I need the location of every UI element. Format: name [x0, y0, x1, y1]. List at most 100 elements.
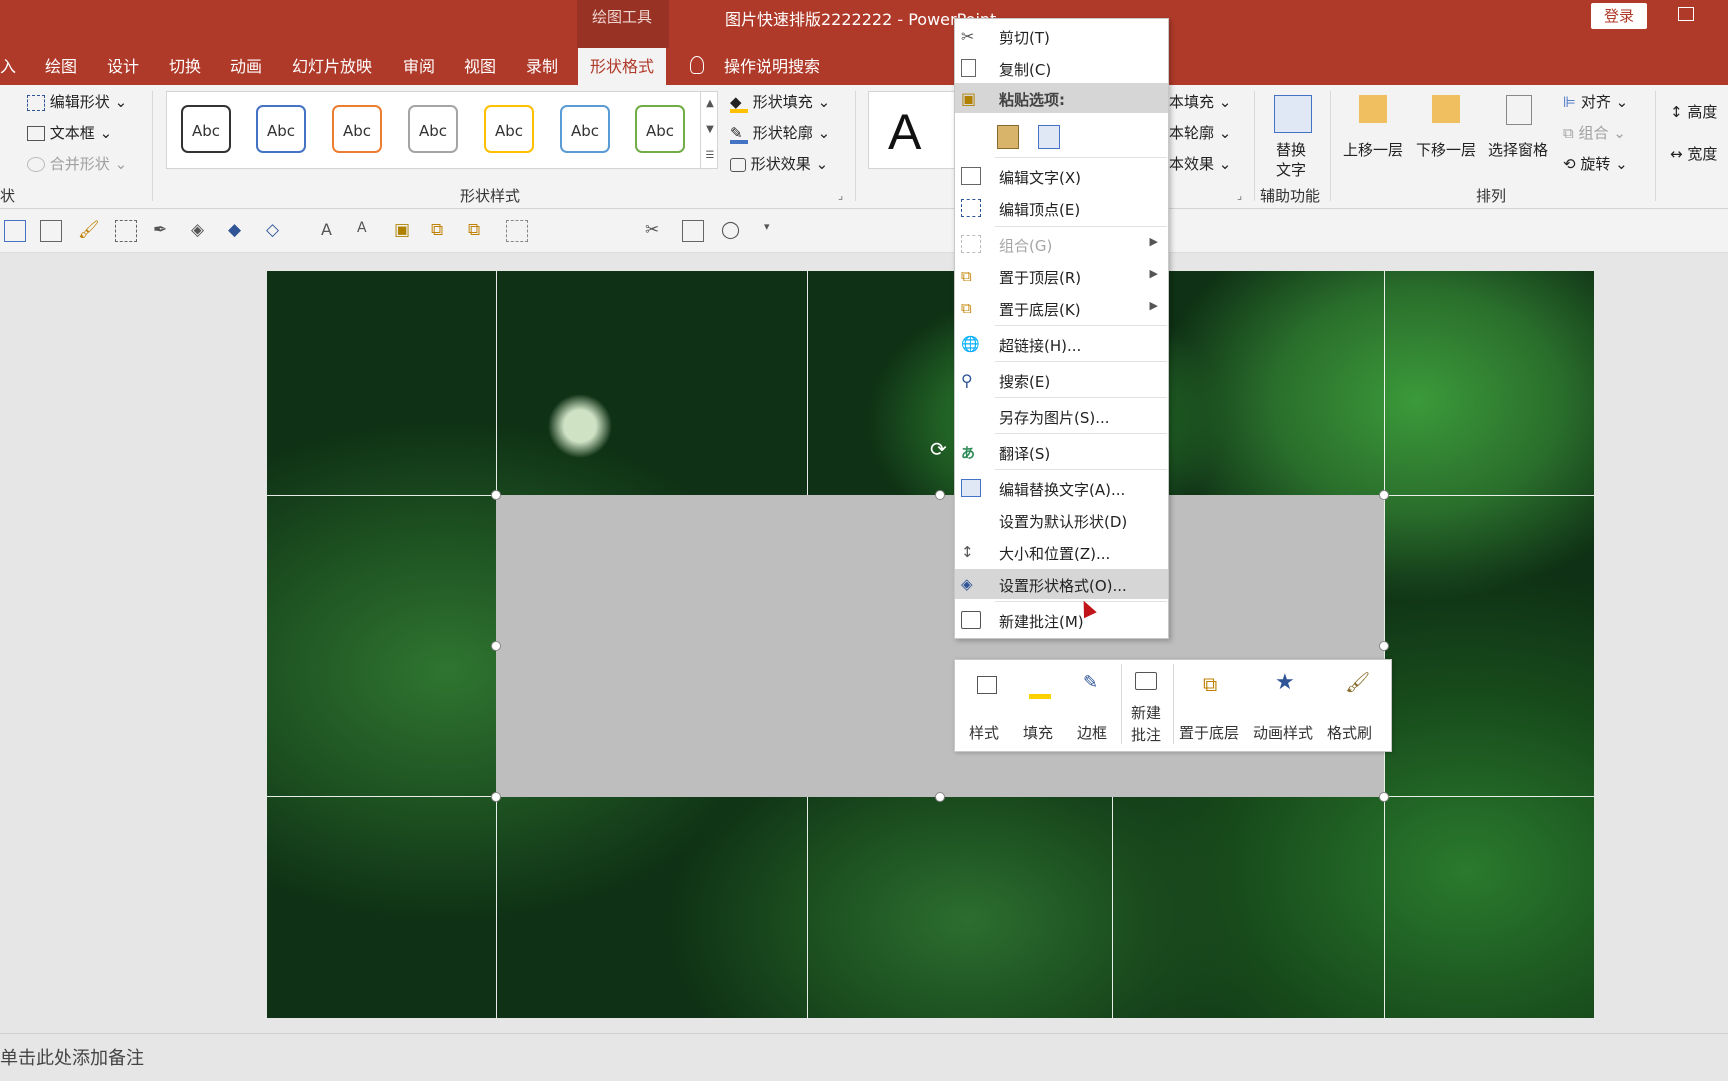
new-comment-icon[interactable]: ◯ — [721, 220, 743, 242]
menu-item-copy[interactable]: 复制(C) — [955, 53, 1168, 83]
menu-item-edit-text[interactable]: 编辑文字(X) — [955, 161, 1168, 191]
shape-style-blue[interactable]: Abc — [256, 105, 306, 153]
shape-fill-button[interactable]: ◆ 形状填充 ⌄ — [730, 91, 830, 113]
shape-outline-button[interactable]: ✎ 形状轮廓 ⌄ — [730, 122, 830, 144]
tab-review[interactable]: 审阅 — [403, 48, 435, 85]
group-button[interactable]: ⧉ 组合 ⌄ — [1563, 122, 1626, 143]
tab-shape-format[interactable]: 形状格式 — [578, 48, 667, 85]
scissors-icon: ✂ — [961, 27, 975, 46]
shape-style-lightblue[interactable]: Abc — [560, 105, 610, 153]
tab-transitions[interactable]: 切换 — [169, 48, 201, 85]
tab-animations[interactable]: 动画 — [230, 48, 262, 85]
menu-item-edit-alt-text[interactable]: 编辑替换文字(A)... — [955, 473, 1168, 503]
menu-item-cut[interactable]: ✂ 剪切(T) — [955, 21, 1168, 51]
align-button[interactable]: ⊫ 对齐 ⌄ — [1563, 91, 1628, 112]
notes-pane[interactable]: 单击此处添加备注 — [0, 1033, 1728, 1081]
menu-item-edit-points[interactable]: 编辑顶点(E) — [955, 193, 1168, 223]
tab-view[interactable]: 视图 — [464, 48, 496, 85]
resize-handle[interactable] — [491, 641, 501, 651]
mini-send-to-back-button[interactable]: ⧉ 置于底层 — [1179, 668, 1249, 744]
dialog-launcher-icon[interactable]: ⌟ — [1237, 189, 1242, 202]
mini-outline-button[interactable]: ✎ 边框 — [1073, 668, 1123, 744]
rotation-handle-icon[interactable]: ⟳ — [930, 438, 952, 460]
send-to-back-icon[interactable]: ⧉ — [468, 220, 490, 242]
textbox-icon[interactable] — [682, 220, 704, 242]
menu-item-format-shape[interactable]: ◈ 设置形状格式(O)... — [955, 569, 1168, 599]
mini-new-comment-button[interactable]: 新建 批注 — [1125, 668, 1171, 748]
copy-icon[interactable] — [40, 220, 62, 242]
menu-item-save-as-picture[interactable]: 另存为图片(S)... — [955, 401, 1168, 431]
menu-item-translate[interactable]: あ 翻译(S) — [955, 437, 1168, 467]
shape-style-gold[interactable]: Abc — [484, 105, 534, 153]
tab-insert[interactable]: 入 — [0, 48, 16, 85]
wordart-style-a[interactable]: A — [888, 103, 921, 161]
tab-record[interactable]: 录制 — [526, 48, 558, 85]
mini-animation-button[interactable]: ★ 动画样式 — [1253, 668, 1323, 744]
menu-item-label: 编辑替换文字(A)... — [999, 481, 1126, 499]
resize-handle[interactable] — [1379, 792, 1389, 802]
text-outline-button[interactable]: 本轮廓 ⌄ — [1169, 122, 1231, 143]
menu-item-group[interactable]: 组合(G) ▶ — [955, 229, 1168, 259]
bring-to-front-icon[interactable]: ⧉ — [431, 220, 453, 242]
shapes-icon[interactable]: ◇ — [266, 220, 288, 242]
text-effects-button[interactable]: 本效果 ⌄ — [1169, 153, 1231, 174]
shape-style-black[interactable]: Abc — [181, 105, 231, 153]
edit-shape-button[interactable]: 编辑形状 ⌄ — [27, 91, 127, 112]
group-icon[interactable] — [506, 220, 528, 242]
shape-effects-button[interactable]: 形状效果 ⌄ — [730, 153, 828, 174]
menu-item-label: 编辑顶点(E) — [999, 201, 1081, 219]
merge-shapes-button[interactable]: 合并形状 ⌄ — [27, 153, 127, 174]
textbox-button[interactable]: 文本框 ⌄ — [27, 122, 112, 143]
style-icon — [977, 676, 997, 694]
tab-design[interactable]: 设计 — [107, 48, 139, 85]
resize-handle[interactable] — [935, 490, 945, 500]
decrease-font-icon[interactable]: A — [357, 220, 379, 242]
crop-icon[interactable] — [115, 220, 137, 242]
tab-slideshow[interactable]: 幻灯片放映 — [292, 48, 372, 85]
alt-text-button[interactable]: 替换 文字 — [1268, 91, 1318, 181]
mini-format-painter-button[interactable]: 🖌 格式刷 — [1327, 668, 1383, 744]
ribbon-display-options-icon[interactable] — [1678, 7, 1694, 21]
new-slide-icon[interactable] — [4, 220, 26, 242]
customize-qat-icon[interactable]: ▾ — [764, 220, 786, 242]
selection-pane-button[interactable]: 选择窗格 — [1488, 91, 1556, 181]
shape-style-orange[interactable]: Abc — [332, 105, 382, 153]
format-painter-icon[interactable]: 🖌 — [78, 220, 100, 242]
increase-font-icon[interactable]: A — [321, 220, 343, 242]
height-field[interactable]: ↕ 高度 — [1670, 101, 1717, 122]
resize-handle[interactable] — [1379, 490, 1389, 500]
bring-forward-button[interactable]: 上移一层 — [1343, 91, 1411, 181]
menu-item-bring-to-front[interactable]: ⧉ 置于顶层(R) ▶ — [955, 261, 1168, 291]
rotate-button[interactable]: ⟲ 旋转 ⌄ — [1563, 153, 1628, 174]
tab-draw[interactable]: 绘图 — [45, 48, 77, 85]
resize-handle[interactable] — [935, 792, 945, 802]
gallery-scroll[interactable]: ▲ ▼ ☰ — [700, 91, 719, 169]
send-backward-button[interactable]: 下移一层 — [1416, 91, 1484, 181]
menu-item-size-position[interactable]: ↕ 大小和位置(Z)... — [955, 537, 1168, 567]
resize-handle[interactable] — [1379, 641, 1389, 651]
login-button[interactable]: 登录 — [1591, 3, 1647, 29]
eyedropper-icon[interactable]: ✒ — [153, 220, 175, 242]
menu-item-search[interactable]: ⚲ 搜索(E) — [955, 365, 1168, 395]
mini-fill-button[interactable]: 填充 — [1019, 668, 1069, 744]
paste-keep-formatting-icon[interactable] — [997, 125, 1019, 149]
cut-icon[interactable]: ✂ — [645, 220, 667, 242]
resize-handle[interactable] — [491, 490, 501, 500]
shape-style-gray[interactable]: Abc — [408, 105, 458, 153]
tell-me-search[interactable]: 操作说明搜索 — [724, 48, 820, 85]
text-fill-button[interactable]: 本填充 ⌄ — [1169, 91, 1231, 112]
menu-item-set-default-shape[interactable]: 设置为默认形状(D) — [955, 505, 1168, 535]
menu-item-new-comment[interactable]: 新建批注(M) — [955, 605, 1168, 635]
resize-handle[interactable] — [491, 792, 501, 802]
menu-item-hyperlink[interactable]: 🌐 超链接(H)... — [955, 329, 1168, 359]
mini-style-button[interactable]: 样式 — [965, 668, 1015, 744]
paste-as-picture-icon[interactable] — [1038, 125, 1060, 149]
dialog-launcher-icon[interactable]: ⌟ — [838, 189, 843, 202]
width-field[interactable]: ↔ 宽度 — [1670, 143, 1717, 164]
menu-item-send-to-back[interactable]: ⧉ 置于底层(K) ▶ — [955, 293, 1168, 323]
shape-fill-icon[interactable]: ◈ — [191, 220, 213, 242]
menu-item-label: 设置形状格式(O)... — [999, 577, 1127, 595]
paint-bucket-icon[interactable]: ◆ — [228, 220, 250, 242]
shape-style-green[interactable]: Abc — [635, 105, 685, 153]
paste-icon[interactable]: ▣ — [394, 220, 416, 242]
